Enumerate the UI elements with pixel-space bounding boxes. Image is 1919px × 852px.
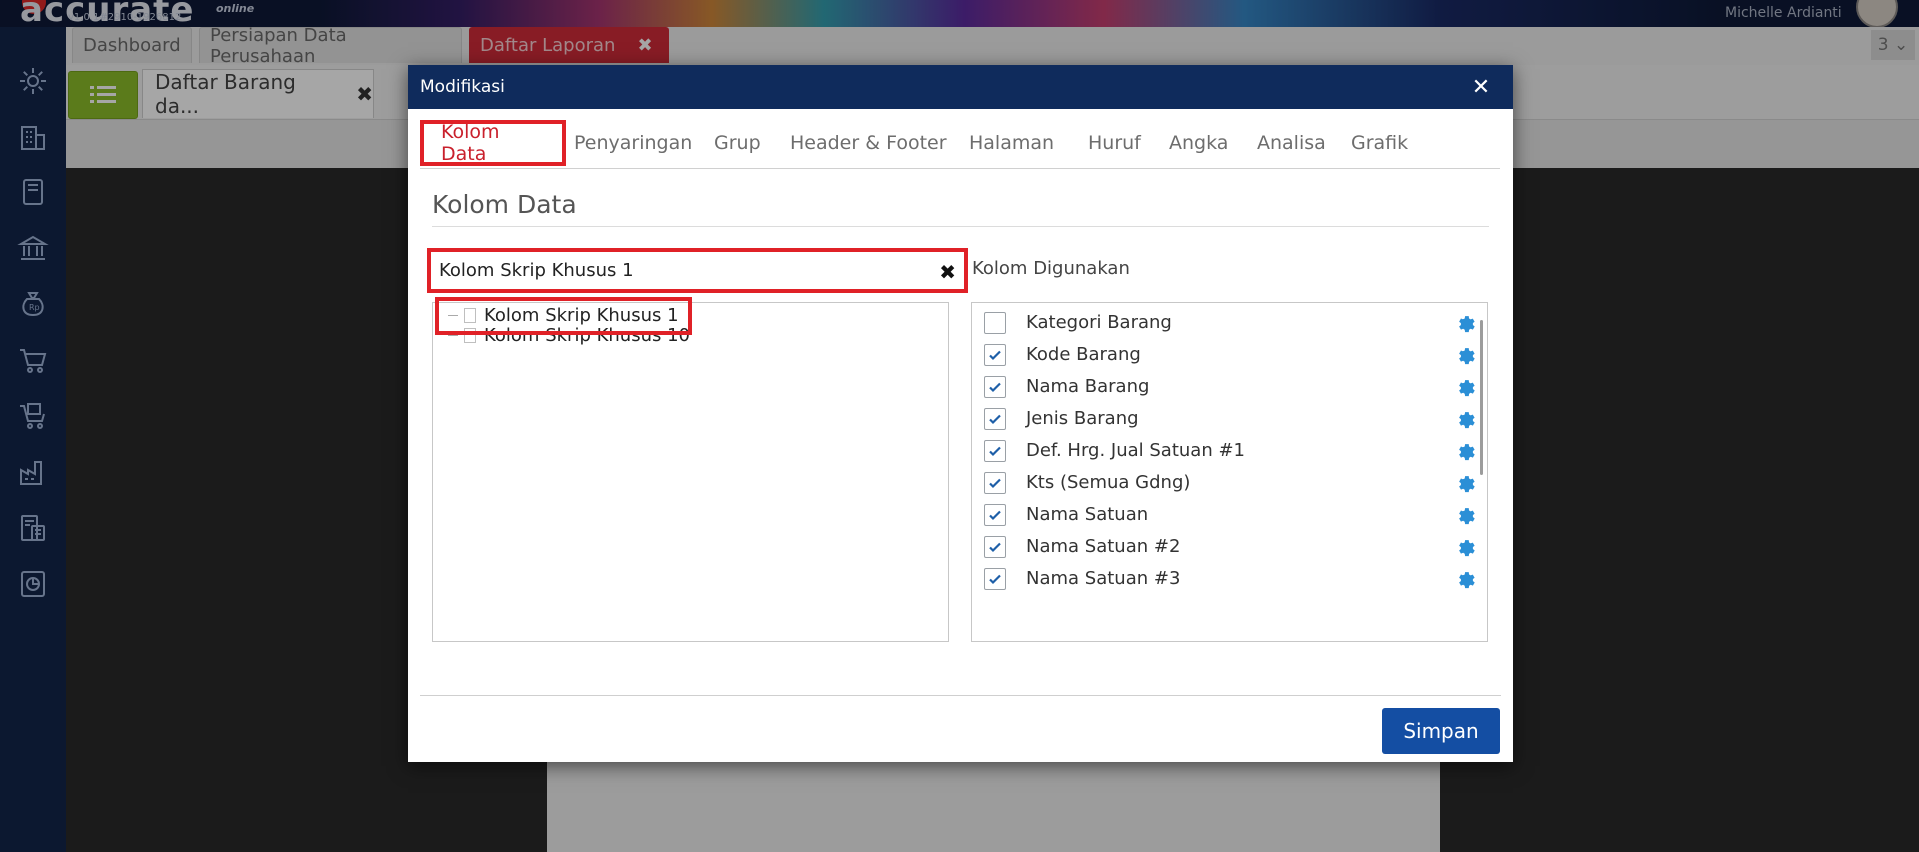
list-item[interactable]: Nama Satuan #3 bbox=[972, 559, 1475, 598]
section-title: Kolom Data bbox=[432, 190, 577, 219]
gear-icon[interactable] bbox=[1455, 440, 1477, 462]
gear-icon[interactable] bbox=[1455, 504, 1477, 526]
used-columns-label: Kolom Digunakan bbox=[972, 258, 1130, 279]
tab-halaman[interactable]: Halaman bbox=[969, 120, 1054, 166]
gear-icon[interactable] bbox=[1455, 408, 1477, 430]
check-icon bbox=[989, 382, 1001, 392]
clear-search-icon[interactable]: ✖ bbox=[939, 260, 956, 284]
column-checkbox[interactable] bbox=[984, 535, 1006, 558]
column-label: Nama Satuan #3 bbox=[1026, 568, 1181, 589]
highlight-box bbox=[435, 297, 692, 335]
column-label: Jenis Barang bbox=[1026, 408, 1139, 429]
tab-grafik[interactable]: Grafik bbox=[1351, 120, 1408, 166]
column-search-input[interactable] bbox=[431, 259, 911, 282]
column-label: Kts (Semua Gdng) bbox=[1026, 472, 1191, 493]
tab-huruf[interactable]: Huruf bbox=[1088, 120, 1141, 166]
check-icon bbox=[989, 574, 1001, 584]
column-checkbox[interactable] bbox=[984, 407, 1006, 430]
check-icon bbox=[989, 446, 1001, 456]
column-checkbox[interactable] bbox=[984, 311, 1006, 334]
column-checkbox[interactable] bbox=[984, 567, 1006, 590]
column-label: Nama Satuan #2 bbox=[1026, 536, 1181, 557]
check-icon bbox=[989, 414, 1001, 424]
column-label: Nama Barang bbox=[1026, 376, 1150, 397]
column-checkbox[interactable] bbox=[984, 343, 1006, 366]
used-columns-list: Kategori Barang Kode Barang Nama Barang … bbox=[971, 302, 1488, 642]
column-label: Nama Satuan bbox=[1026, 504, 1149, 525]
tab-penyaringan[interactable]: Penyaringan bbox=[574, 120, 692, 166]
section-divider bbox=[432, 226, 1489, 227]
dialog-title: Modifikasi bbox=[420, 77, 505, 97]
tab-header-footer[interactable]: Header & Footer bbox=[790, 120, 947, 166]
close-icon[interactable]: ✕ bbox=[1467, 73, 1495, 101]
gear-icon[interactable] bbox=[1455, 312, 1477, 334]
available-columns-tree: Kolom Skrip Khusus 1 Kolom Skrip Khusus … bbox=[432, 302, 949, 642]
gear-icon[interactable] bbox=[1455, 376, 1477, 398]
modify-dialog: Modifikasi ✕ Kolom Data Penyaringan Grup… bbox=[408, 65, 1513, 762]
gear-icon[interactable] bbox=[1455, 344, 1477, 366]
column-label: Def. Hrg. Jual Satuan #1 bbox=[1026, 440, 1245, 461]
column-checkbox[interactable] bbox=[984, 471, 1006, 494]
column-label: Kategori Barang bbox=[1026, 312, 1172, 333]
check-icon bbox=[989, 478, 1001, 488]
tab-angka[interactable]: Angka bbox=[1169, 120, 1228, 166]
check-icon bbox=[989, 350, 1001, 360]
list-scrollbar[interactable] bbox=[1480, 320, 1483, 475]
column-search-field: ✖ bbox=[427, 248, 968, 293]
save-button[interactable]: Simpan bbox=[1382, 708, 1500, 754]
footer-divider bbox=[420, 695, 1501, 696]
gear-icon[interactable] bbox=[1455, 536, 1477, 558]
column-checkbox[interactable] bbox=[984, 503, 1006, 526]
gear-icon[interactable] bbox=[1455, 472, 1477, 494]
tab-grup[interactable]: Grup bbox=[714, 120, 761, 166]
tab-analisa[interactable]: Analisa bbox=[1257, 120, 1326, 166]
column-label: Kode Barang bbox=[1026, 344, 1141, 365]
gear-icon[interactable] bbox=[1455, 568, 1477, 590]
column-checkbox[interactable] bbox=[984, 439, 1006, 462]
column-checkbox[interactable] bbox=[984, 375, 1006, 398]
check-icon bbox=[989, 542, 1001, 552]
dialog-tabs: Kolom Data Penyaringan Grup Header & Foo… bbox=[420, 120, 1500, 169]
tab-kolom-data[interactable]: Kolom Data bbox=[420, 120, 566, 166]
dialog-header: Modifikasi ✕ bbox=[408, 65, 1513, 109]
check-icon bbox=[989, 510, 1001, 520]
